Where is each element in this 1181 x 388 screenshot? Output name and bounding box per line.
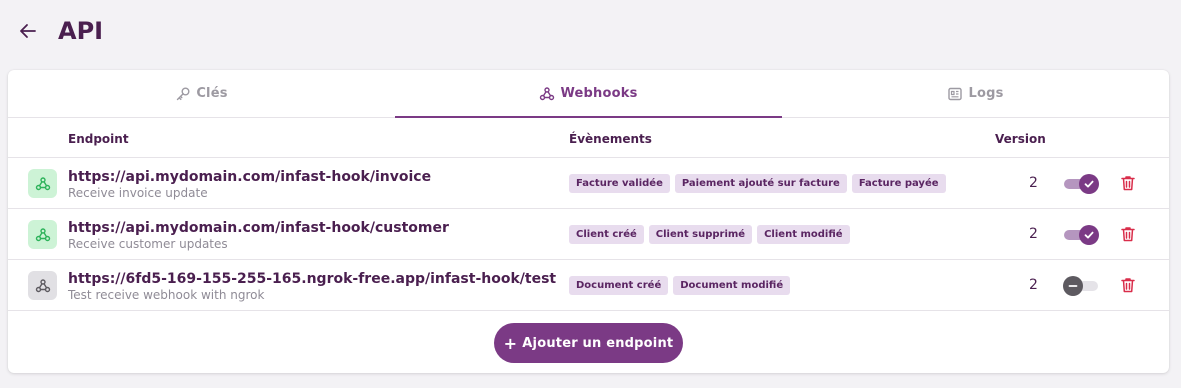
endpoint-url: https://api.mydomain.com/infast-hook/inv… — [68, 169, 432, 185]
event-tag: Document modifié — [673, 276, 791, 295]
endpoint-description: Test receive webhook with ngrok — [68, 288, 265, 302]
back-button[interactable] — [16, 19, 40, 43]
event-tag: Client modifié — [757, 225, 850, 244]
plus-icon: + — [503, 333, 518, 353]
column-version: Version — [995, 132, 1046, 146]
endpoint-description: Receive invoice update — [68, 186, 208, 200]
enable-toggle[interactable] — [1063, 275, 1099, 297]
version-value: 2 — [1029, 277, 1038, 293]
event-tag: Facture validée — [569, 174, 670, 193]
webhooks-card: Clés Webhooks Logs Endpoint Évènements V… — [8, 70, 1169, 373]
table-header: Endpoint Évènements Version — [8, 118, 1169, 158]
events-list: Client créé Client supprimé Client modifié — [569, 225, 850, 244]
webhook-icon — [539, 86, 555, 102]
events-list: Document créé Document modifié — [569, 276, 791, 295]
trash-icon — [1119, 227, 1137, 247]
tab-keys-label: Clés — [196, 86, 228, 101]
trash-icon — [1119, 176, 1137, 196]
check-icon — [1079, 174, 1099, 194]
event-tag: Document créé — [569, 276, 669, 295]
enable-toggle[interactable] — [1063, 224, 1099, 246]
tab-webhooks-label: Webhooks — [560, 86, 638, 101]
enable-toggle[interactable] — [1063, 173, 1099, 195]
endpoint-url: https://6fd5-169-155-255-165.ngrok-free.… — [68, 271, 557, 287]
tab-webhooks[interactable]: Webhooks — [395, 70, 782, 118]
event-tag: Paiement ajouté sur facture — [674, 174, 847, 193]
key-icon — [175, 86, 191, 102]
add-endpoint-button[interactable]: + Ajouter un endpoint — [494, 323, 683, 363]
column-events: Évènements — [569, 132, 652, 146]
version-value: 2 — [1029, 226, 1038, 242]
event-tag: Client créé — [569, 225, 644, 244]
endpoint-url: https://api.mydomain.com/infast-hook/cus… — [68, 220, 449, 236]
tab-logs[interactable]: Logs — [782, 70, 1169, 117]
page-title: API — [58, 17, 104, 45]
tab-keys[interactable]: Clés — [8, 70, 395, 117]
minus-icon — [1063, 276, 1083, 296]
webhook-icon — [28, 271, 57, 300]
version-value: 2 — [1029, 175, 1038, 191]
add-endpoint-label: Ajouter un endpoint — [522, 335, 674, 351]
column-endpoint: Endpoint — [68, 132, 129, 146]
endpoint-description: Receive customer updates — [68, 237, 228, 251]
page-header: API — [16, 14, 103, 48]
table-row[interactable]: https://6fd5-169-155-255-165.ngrok-free.… — [8, 260, 1169, 311]
check-icon — [1079, 225, 1099, 245]
tab-logs-label: Logs — [968, 86, 1004, 101]
table-row[interactable]: https://api.mydomain.com/infast-hook/inv… — [8, 158, 1169, 209]
webhook-icon — [28, 169, 57, 198]
logs-icon — [947, 86, 963, 102]
delete-button[interactable] — [1119, 225, 1137, 243]
arrow-left-icon — [20, 24, 36, 38]
trash-icon — [1119, 278, 1137, 298]
table-row[interactable]: https://api.mydomain.com/infast-hook/cus… — [8, 209, 1169, 260]
delete-button[interactable] — [1119, 276, 1137, 294]
event-tag: Facture payée — [851, 174, 946, 193]
webhook-icon — [28, 220, 57, 249]
tab-bar: Clés Webhooks Logs — [8, 70, 1169, 118]
event-tag: Client supprimé — [648, 225, 753, 244]
table-body: https://api.mydomain.com/infast-hook/inv… — [8, 158, 1169, 311]
delete-button[interactable] — [1119, 174, 1137, 192]
events-list: Facture validée Paiement ajouté sur factu… — [569, 174, 946, 193]
